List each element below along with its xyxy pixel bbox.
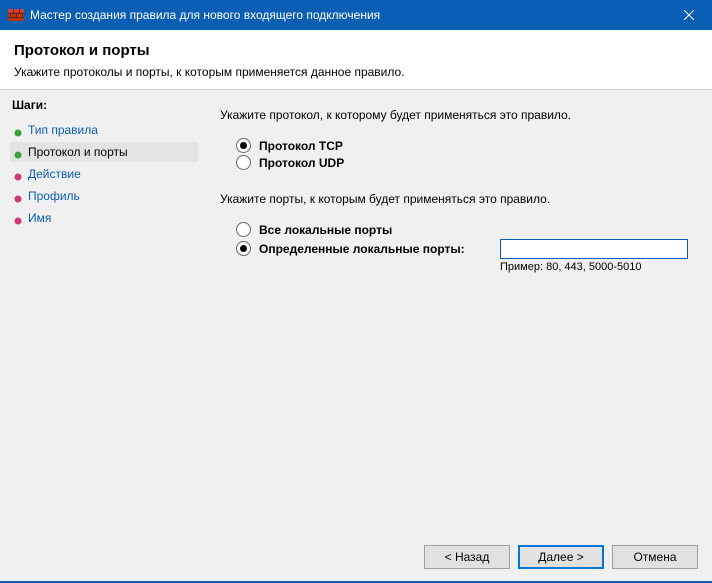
step-action[interactable]: Действие [10, 164, 198, 184]
close-icon [684, 7, 694, 23]
specific-ports-input[interactable] [500, 239, 688, 259]
protocol-group: Протокол TCP Протокол UDP [236, 138, 690, 170]
page-header: Протокол и порты Укажите протоколы и пор… [0, 30, 712, 90]
bullet-icon [14, 126, 22, 134]
steps-heading: Шаги: [10, 98, 198, 112]
content-pane: Укажите протокол, к которому будет приме… [198, 90, 712, 533]
steps-sidebar: Шаги: Тип правила Протокол и порты Дейст… [0, 90, 198, 533]
radio-all-ports[interactable]: Все локальные порты [236, 222, 690, 237]
cancel-button[interactable]: Отмена [612, 545, 698, 569]
page-subtitle: Укажите протоколы и порты, к которым при… [14, 65, 698, 79]
step-label: Профиль [28, 189, 80, 203]
radio-icon [236, 155, 251, 170]
wizard-window: Мастер создания правила для нового входя… [0, 0, 712, 583]
radio-specific-ports[interactable]: Определенные локальные порты: [236, 241, 465, 256]
firewall-icon [8, 7, 24, 23]
radio-icon [236, 138, 251, 153]
step-label: Протокол и порты [28, 145, 128, 159]
step-name[interactable]: Имя [10, 208, 198, 228]
radio-label: Все локальные порты [259, 223, 392, 237]
radio-icon [236, 222, 251, 237]
protocol-instruction: Укажите протокол, к которому будет приме… [220, 108, 690, 122]
ports-instruction: Укажите порты, к которым будет применять… [220, 192, 690, 206]
window-title: Мастер создания правила для нового входя… [30, 8, 666, 22]
radio-label: Протокол UDP [259, 156, 344, 170]
body: Шаги: Тип правила Протокол и порты Дейст… [0, 90, 712, 533]
step-profile[interactable]: Профиль [10, 186, 198, 206]
step-label: Тип правила [28, 123, 98, 137]
step-rule-type[interactable]: Тип правила [10, 120, 198, 140]
bullet-icon [14, 214, 22, 222]
step-protocol-ports[interactable]: Протокол и порты [10, 142, 198, 162]
bullet-icon [14, 148, 22, 156]
radio-label: Определенные локальные порты: [259, 242, 465, 256]
radio-label: Протокол TCP [259, 139, 343, 153]
ports-group: Все локальные порты Определенные локальн… [236, 222, 690, 273]
bullet-icon [14, 192, 22, 200]
close-button[interactable] [666, 0, 712, 30]
radio-protocol-udp[interactable]: Протокол UDP [236, 155, 690, 170]
radio-protocol-tcp[interactable]: Протокол TCP [236, 138, 690, 153]
footer: < Назад Далее > Отмена [0, 533, 712, 581]
step-label: Имя [28, 211, 51, 225]
bullet-icon [14, 170, 22, 178]
step-label: Действие [28, 167, 81, 181]
back-button[interactable]: < Назад [424, 545, 510, 569]
page-title: Протокол и порты [14, 42, 698, 59]
ports-hint: Пример: 80, 443, 5000-5010 [500, 261, 690, 273]
titlebar: Мастер создания правила для нового входя… [0, 0, 712, 30]
next-button[interactable]: Далее > [518, 545, 604, 569]
radio-icon [236, 241, 251, 256]
